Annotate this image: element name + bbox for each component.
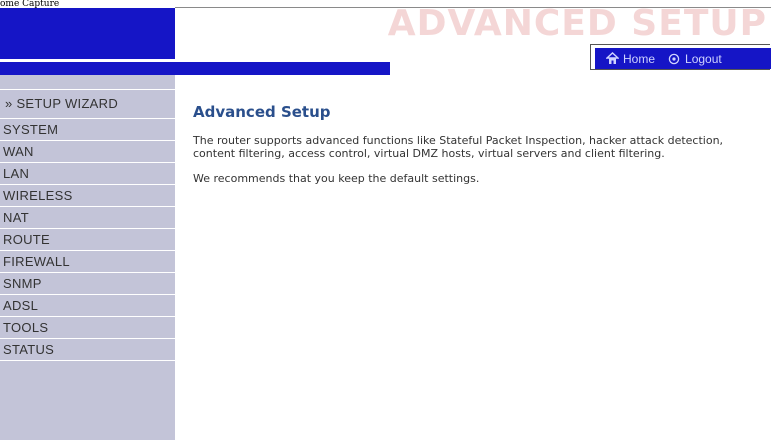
page-title: Advanced Setup xyxy=(193,103,331,121)
sidebar-item-system[interactable]: SYSTEM xyxy=(0,119,175,141)
sidebar-item-tools[interactable]: TOOLS xyxy=(0,317,175,339)
top-nav-bar: Home Logout xyxy=(595,48,771,69)
home-icon xyxy=(605,52,619,66)
logout-link-label: Logout xyxy=(685,51,722,66)
main-content: Advanced Setup The router supports advan… xyxy=(193,92,763,199)
sidebar-item-snmp[interactable]: SNMP xyxy=(0,273,175,295)
sidebar-item-firewall[interactable]: FIREWALL xyxy=(0,251,175,273)
sidebar-item-adsl[interactable]: ADSL xyxy=(0,295,175,317)
recommendation-paragraph: We recommends that you keep the default … xyxy=(193,172,480,185)
home-link[interactable]: Home xyxy=(605,52,655,66)
sidebar-item-route[interactable]: ROUTE xyxy=(0,229,175,251)
logout-link[interactable]: Logout xyxy=(667,52,722,66)
banner-title: ADVANCED SETUP xyxy=(387,3,767,44)
sidebar-item-wireless[interactable]: WIRELESS xyxy=(0,185,175,207)
sidebar-menu: » SETUP WIZARD SYSTEM WAN LAN WIRELESS N… xyxy=(0,75,175,440)
sidebar-item-nat[interactable]: NAT xyxy=(0,207,175,229)
header-stripe xyxy=(0,62,390,75)
power-icon xyxy=(667,52,681,66)
home-link-label: Home xyxy=(623,51,656,66)
brand-logo-block xyxy=(0,8,175,59)
description-paragraph: The router supports advanced functions l… xyxy=(193,134,724,160)
sidebar-item-setup-wizard[interactable]: » SETUP WIZARD xyxy=(0,89,175,119)
sidebar-item-lan[interactable]: LAN xyxy=(0,163,175,185)
broken-image-placeholder: ome Capture xyxy=(0,0,60,8)
sidebar-item-wan[interactable]: WAN xyxy=(0,141,175,163)
sidebar-item-status[interactable]: STATUS xyxy=(0,339,175,361)
top-nav-box: Home Logout xyxy=(590,44,771,70)
